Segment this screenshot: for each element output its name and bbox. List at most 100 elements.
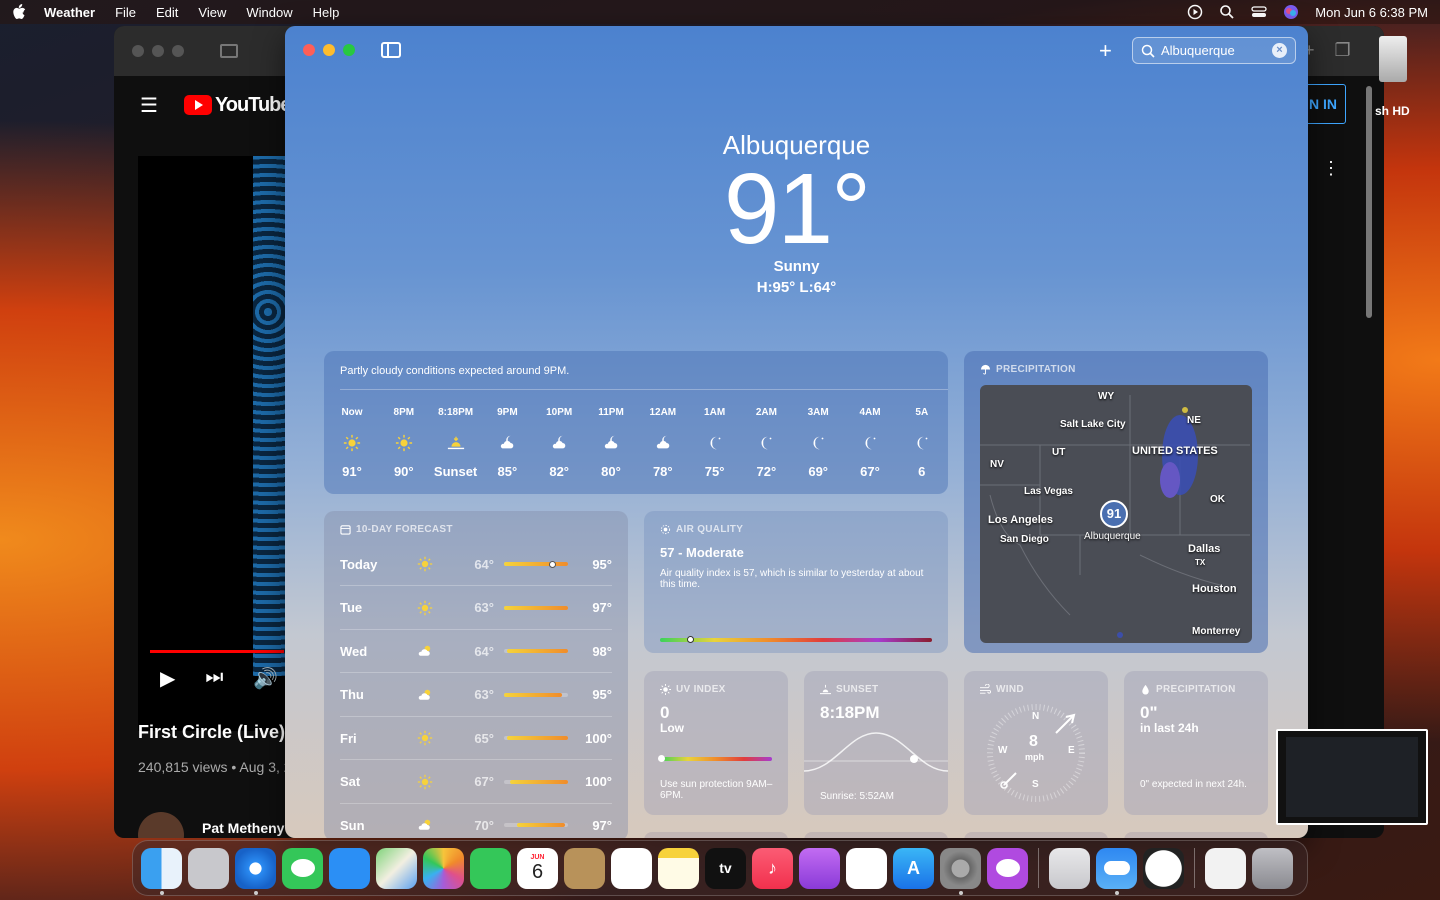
dock-clock-icon[interactable] — [1143, 847, 1184, 889]
sidebar-toggle-icon[interactable] — [220, 44, 238, 58]
now-playing-icon[interactable] — [1187, 4, 1203, 20]
channel-name[interactable]: Pat Metheny — [202, 820, 284, 836]
dock-document-icon[interactable] — [1205, 847, 1246, 889]
dock-notes-icon[interactable] — [658, 847, 699, 889]
dock-news-icon[interactable] — [846, 847, 887, 889]
sidebar-toggle-icon[interactable] — [381, 42, 401, 58]
window-zoom-button[interactable] — [343, 44, 355, 56]
dock-trash-icon[interactable] — [1252, 847, 1293, 889]
dock-preview-icon[interactable] — [1049, 847, 1090, 889]
ten-day-forecast-card[interactable]: 10-DAY FORECAST Today 64° 95° Tue 63° 97°… — [324, 511, 628, 838]
forecast-day-row[interactable]: Sat 67° 100° — [340, 761, 612, 804]
precipitation-map-card[interactable]: PRECIPITATION WY Salt Lake City NE UT UN… — [964, 351, 1268, 653]
menu-app-name[interactable]: Weather — [44, 5, 95, 20]
window-close-button[interactable] — [303, 44, 315, 56]
dock: JUN 6 tv ♪ A — [132, 840, 1308, 896]
sunset-title: SUNSET — [836, 684, 879, 695]
clear-search-icon[interactable]: × — [1272, 43, 1287, 58]
siri-icon[interactable] — [1283, 4, 1299, 20]
spotlight-icon[interactable] — [1219, 4, 1235, 20]
window-close-button-inactive[interactable] — [132, 45, 144, 57]
scrollbar-thumb[interactable] — [1366, 86, 1372, 318]
sun-small-icon — [660, 684, 671, 695]
partial-card — [804, 832, 948, 838]
location-temp-pin[interactable]: 91 — [1100, 500, 1128, 528]
precipitation-card[interactable]: PRECIPITATION 0" in last 24h 0" expected… — [1124, 671, 1268, 815]
hourly-forecast-card[interactable]: Partly cloudy conditions expected around… — [324, 351, 948, 494]
forecast-day-row[interactable]: Fri 65° 100° — [340, 717, 612, 760]
uv-title: UV INDEX — [676, 684, 726, 695]
dock-system-settings-icon[interactable] — [940, 847, 981, 895]
dock-finder-icon[interactable] — [141, 847, 182, 895]
tab-overview-icon[interactable]: ❐ — [1335, 40, 1351, 61]
apple-icon[interactable] — [12, 4, 26, 20]
dock-maps-icon[interactable] — [376, 847, 417, 889]
dock-feedback-icon[interactable] — [987, 847, 1028, 889]
add-location-icon[interactable]: + — [1099, 38, 1112, 64]
video-player[interactable] — [138, 156, 303, 731]
dock-weather-icon[interactable] — [1096, 847, 1137, 895]
menu-help[interactable]: Help — [313, 5, 340, 20]
forecast-day-row[interactable]: Wed 64° 98° — [340, 630, 612, 673]
search-input[interactable]: Albuquerque — [1161, 43, 1235, 58]
uv-index-card[interactable]: UV INDEX 0 Low Use sun protection 9AM–6P… — [644, 671, 788, 815]
dock-launchpad-icon[interactable] — [188, 847, 229, 889]
window-zoom-button-inactive[interactable] — [172, 45, 184, 57]
menu-view[interactable]: View — [198, 5, 226, 20]
play-icon[interactable]: ▶ — [160, 666, 175, 691]
map-label-dallas: Dallas — [1188, 543, 1221, 555]
dock-photos-icon[interactable] — [423, 847, 464, 889]
day-high: 97° — [592, 817, 612, 833]
temp-range-fill — [507, 649, 568, 653]
ten-day-title: 10-DAY FORECAST — [356, 524, 453, 535]
menu-file[interactable]: File — [115, 5, 136, 20]
menu-window[interactable]: Window — [246, 5, 292, 20]
dock-podcasts-icon[interactable] — [799, 847, 840, 889]
dock-contacts-icon[interactable] — [564, 847, 605, 889]
channel-avatar[interactable] — [138, 812, 184, 838]
uv-value: 0 — [660, 703, 670, 722]
sunset-small-icon — [820, 684, 831, 695]
forecast-day-row[interactable]: Today 64° 95° — [340, 543, 612, 586]
air-quality-card[interactable]: AIR QUALITY 57 - Moderate Air quality in… — [644, 511, 948, 653]
forecast-day-row[interactable]: Thu 63° 95° — [340, 674, 612, 717]
search-field[interactable]: Albuquerque × — [1132, 37, 1296, 64]
forecast-day-row[interactable]: Sun 70° 97° — [340, 804, 612, 838]
day-low: 70° — [474, 817, 494, 833]
control-center-icon[interactable] — [1251, 4, 1267, 20]
precipitation-map[interactable]: WY Salt Lake City NE UT UNITED STATES NV… — [980, 385, 1252, 643]
dock-calendar-icon[interactable]: JUN 6 — [517, 847, 558, 889]
sun-icon — [410, 556, 440, 572]
search-icon — [1141, 44, 1155, 58]
wind-card[interactable]: WIND N E S W 8 mph — [964, 671, 1108, 815]
menu-edit[interactable]: Edit — [156, 5, 178, 20]
calendar-icon — [340, 525, 351, 535]
dock-app-store-icon[interactable]: A — [893, 847, 934, 889]
wind-icon — [980, 684, 991, 694]
current-temperature: 91° — [723, 153, 871, 265]
desktop-drive[interactable]: sh HD — [1375, 36, 1425, 120]
next-icon[interactable]: ⏭ — [205, 666, 223, 691]
more-options-icon[interactable]: ⋮ — [1322, 158, 1340, 179]
forecast-day-row[interactable]: Tue 63° 97° — [340, 587, 612, 630]
dock-safari-icon[interactable] — [235, 847, 276, 895]
dock-mail-icon[interactable] — [329, 847, 370, 889]
dock-tv-icon[interactable]: tv — [705, 847, 746, 889]
hamburger-menu-icon[interactable]: ☰ — [140, 93, 158, 118]
volume-icon[interactable]: 🔊 — [253, 666, 278, 691]
video-progress-bar[interactable] — [150, 650, 284, 653]
speech-bubble-glyph — [290, 859, 315, 877]
menubar-clock[interactable]: Mon Jun 6 6:38 PM — [1315, 5, 1428, 20]
dock-facetime-icon[interactable] — [470, 847, 511, 889]
dock-music-icon[interactable]: ♪ — [752, 847, 793, 889]
screenshot-thumbnail[interactable] — [1276, 729, 1428, 825]
window-minimize-button-inactive[interactable] — [152, 45, 164, 57]
youtube-logo[interactable]: YouTube — [183, 94, 292, 117]
sign-in-button[interactable]: N IN — [1304, 84, 1346, 124]
map-label-monterrey: Monterrey — [1192, 626, 1241, 637]
sunset-card[interactable]: SUNSET 8:18PM Sunrise: 5:52AM — [804, 671, 948, 815]
window-minimize-button[interactable] — [323, 44, 335, 56]
dock-messages-icon[interactable] — [282, 847, 323, 889]
dock-reminders-icon[interactable] — [611, 847, 652, 889]
hour-temp: 6 — [918, 464, 926, 479]
